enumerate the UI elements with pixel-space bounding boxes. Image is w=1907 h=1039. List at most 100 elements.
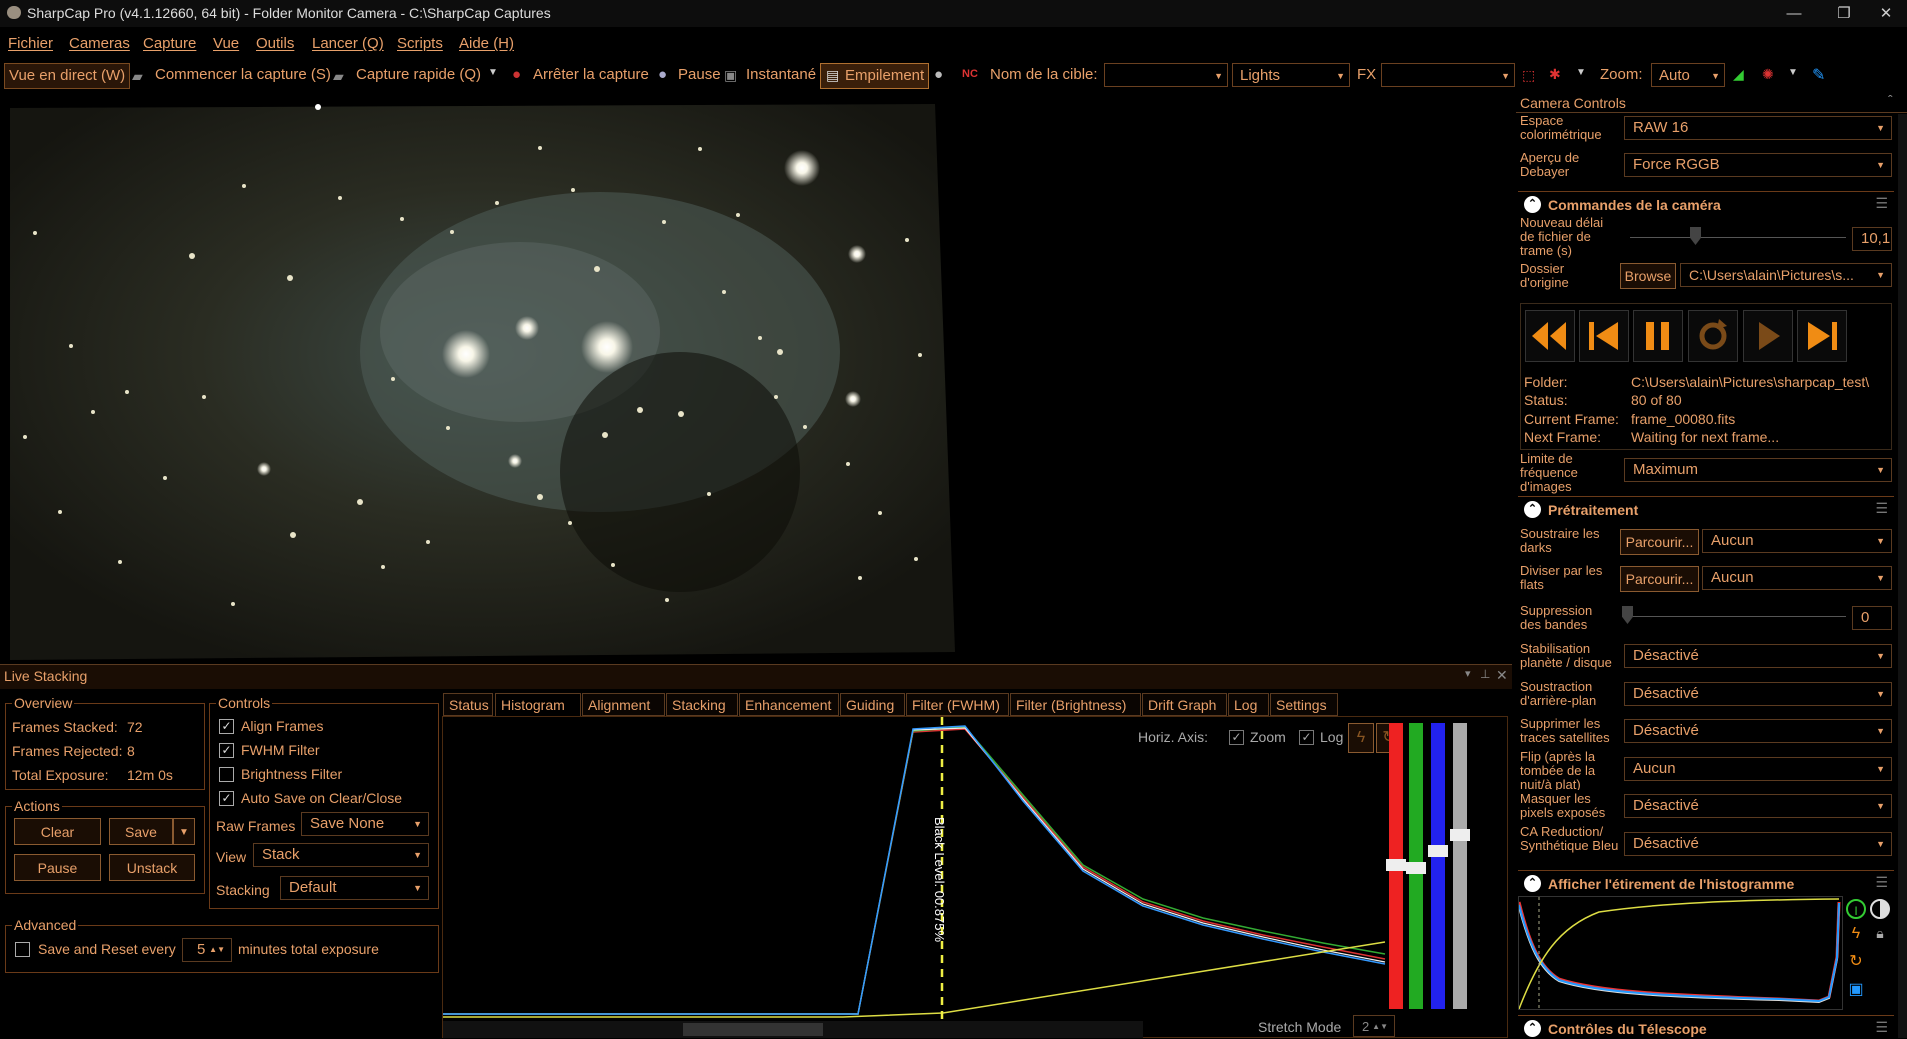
flats-browse-button[interactable]: Parcourir... [1620, 566, 1699, 592]
tab-guiding[interactable]: Guiding [840, 693, 905, 716]
focus-icon[interactable]: ✺ [1762, 66, 1774, 83]
stop-capture-button[interactable]: Arrêter la capture [533, 63, 649, 87]
menu-cameras[interactable]: Cameras [69, 35, 130, 52]
collapse-icon[interactable]: ⌃ [1524, 1020, 1541, 1037]
histogram-stretch-header[interactable]: ⌃ Afficher l'étirement de l'histogramme … [1518, 870, 1894, 897]
selection-rect-icon[interactable]: ⬚ [1522, 67, 1535, 84]
pause-playback-button[interactable] [1633, 310, 1683, 362]
green-slider-handle[interactable] [1406, 862, 1426, 874]
raw-frames-combo[interactable]: Save None ▼ [301, 812, 429, 836]
restart-button[interactable] [1688, 310, 1738, 362]
rewind-button[interactable] [1525, 310, 1575, 362]
clear-button[interactable]: Clear [14, 818, 101, 845]
flats-combo[interactable]: Aucun ▼ [1702, 566, 1892, 590]
quick-capture-button[interactable]: Capture rapide (Q) [356, 63, 481, 87]
menu-lancer[interactable]: Lancer (Q) [312, 35, 384, 52]
zoom-combo[interactable]: Auto ▼ [1651, 63, 1725, 87]
menu-outils[interactable]: Outils [256, 35, 294, 52]
image-viewport[interactable] [0, 92, 1512, 660]
save-reset-checkbox[interactable] [15, 942, 30, 957]
save-dropdown-button[interactable]: ▼ [173, 818, 195, 845]
menu-vue[interactable]: Vue [213, 35, 239, 52]
pin-icon[interactable]: ⊥ [1480, 667, 1490, 681]
browse-button[interactable]: Browse [1620, 263, 1676, 289]
fps-limit-combo[interactable]: Maximum ▼ [1624, 458, 1892, 482]
camera-commands-header[interactable]: ⌃ Commandes de la caméra ☰ [1518, 191, 1894, 218]
brightness-filter-checkbox[interactable] [219, 767, 234, 782]
tab-filter-fwhm[interactable]: Filter (FWHM) [906, 693, 1009, 716]
chevron-down-icon[interactable]: ▼ [1788, 67, 1798, 78]
fwhm-filter-checkbox[interactable]: ✓ [219, 743, 234, 758]
horizontal-scrollbar[interactable] [443, 1021, 1143, 1038]
align-frames-checkbox[interactable]: ✓ [219, 719, 234, 734]
reset-icon[interactable]: ↻ [1846, 951, 1866, 971]
vertical-scrollbar[interactable] [1898, 114, 1907, 1038]
contrast-icon[interactable] [1870, 899, 1890, 919]
skip-forward-button[interactable] [1797, 310, 1847, 362]
collapse-icon[interactable]: ⌃ [1524, 501, 1541, 518]
tab-filter-brightness[interactable]: Filter (Brightness) [1010, 693, 1141, 716]
banding-slider[interactable] [1626, 616, 1846, 623]
menu-aide[interactable]: Aide (H) [459, 35, 514, 52]
reticle-icon[interactable]: ✱ [1549, 66, 1561, 83]
lock-icon[interactable]: 🔒︎ [1870, 925, 1890, 945]
live-view-button[interactable]: Vue en direct (W) [4, 63, 131, 89]
auto-stretch-icon[interactable]: ϟ [1846, 925, 1866, 945]
target-name-combo[interactable]: ▼ [1104, 63, 1228, 87]
close-button[interactable]: ✕ [1864, 0, 1907, 27]
chevron-down-icon[interactable]: ▼ [488, 67, 498, 78]
hot-pixels-combo[interactable]: Désactivé ▼ [1624, 794, 1892, 818]
new-delay-slider[interactable] [1630, 237, 1846, 244]
red-slider-handle[interactable] [1386, 859, 1406, 871]
banding-value[interactable]: 0 [1852, 606, 1892, 630]
tab-log[interactable]: Log [1228, 693, 1269, 716]
histogram-icon[interactable]: ◢ [1733, 66, 1744, 83]
power-icon[interactable]: I [1846, 899, 1866, 919]
stretch-mode-stepper[interactable]: 2 ▲▼ [1353, 1015, 1395, 1037]
play-button[interactable] [1743, 310, 1793, 362]
stabilization-combo[interactable]: Désactivé ▼ [1624, 644, 1892, 668]
tools-icon[interactable]: ✎ [1812, 65, 1825, 85]
maximize-button[interactable]: ❐ [1822, 0, 1866, 27]
menu-icon[interactable]: ☰ [1875, 1019, 1888, 1036]
pause-stacking-button[interactable]: Pause [14, 854, 101, 881]
pause-button[interactable]: Pause [678, 63, 721, 87]
menu-fichier[interactable]: Fichier [8, 35, 53, 52]
minutes-stepper[interactable]: 5 ▲▼ [182, 938, 232, 962]
tab-drift-graph[interactable]: Drift Graph [1142, 693, 1227, 716]
minimize-button[interactable]: — [1772, 0, 1816, 27]
save-icon[interactable]: ▣ [1846, 979, 1866, 999]
luminance-slider-handle[interactable] [1450, 829, 1470, 841]
source-path-combo[interactable]: C:\Users\alain\Pictures\s... ▼ [1680, 263, 1892, 287]
fx-combo[interactable]: ▼ [1381, 63, 1515, 87]
auto-save-checkbox[interactable]: ✓ [219, 791, 234, 806]
tab-stacking[interactable]: Stacking [666, 693, 738, 716]
unstack-button[interactable]: Unstack [109, 854, 195, 881]
flip-combo[interactable]: Aucun ▼ [1624, 757, 1892, 781]
close-icon[interactable]: ✕ [1496, 667, 1508, 684]
satellite-trails-combo[interactable]: Désactivé ▼ [1624, 719, 1892, 743]
scrollbar-thumb[interactable] [683, 1023, 823, 1036]
stacking-combo[interactable]: Default ▼ [280, 876, 429, 900]
ca-reduction-combo[interactable]: Désactivé ▼ [1624, 832, 1892, 856]
snapshot-button[interactable]: Instantané [746, 63, 816, 87]
menu-scripts[interactable]: Scripts [397, 35, 443, 52]
blue-level-slider[interactable] [1431, 723, 1445, 1009]
new-delay-value[interactable]: 10,1 [1852, 227, 1892, 251]
auto-stretch-icon[interactable]: ϟ [1348, 723, 1374, 753]
menu-capture[interactable]: Capture [143, 35, 196, 52]
tab-status[interactable]: Status [443, 693, 493, 716]
log-checkbox[interactable]: ✓ [1299, 730, 1314, 745]
preprocessing-header[interactable]: ⌃ Prétraitement ☰ [1518, 496, 1894, 523]
dark-frame-icon[interactable]: ● [934, 66, 943, 83]
tab-histogram[interactable]: Histogram [495, 693, 581, 717]
skip-back-button[interactable] [1579, 310, 1629, 362]
menu-icon[interactable]: ☰ [1875, 500, 1888, 517]
tab-settings[interactable]: Settings [1270, 693, 1338, 716]
frame-type-combo[interactable]: Lights ▼ [1232, 63, 1350, 87]
menu-icon[interactable]: ☰ [1875, 195, 1888, 212]
background-subtract-combo[interactable]: Désactivé ▼ [1624, 682, 1892, 706]
histogram-view[interactable]: Black Level: 00.875% Horiz. Axis: ✓ Zoom… [442, 716, 1508, 1039]
collapse-icon[interactable]: ⌃ [1524, 875, 1541, 892]
telescope-controls-header[interactable]: ⌃ Contrôles du Télescope ☰ [1518, 1015, 1894, 1039]
